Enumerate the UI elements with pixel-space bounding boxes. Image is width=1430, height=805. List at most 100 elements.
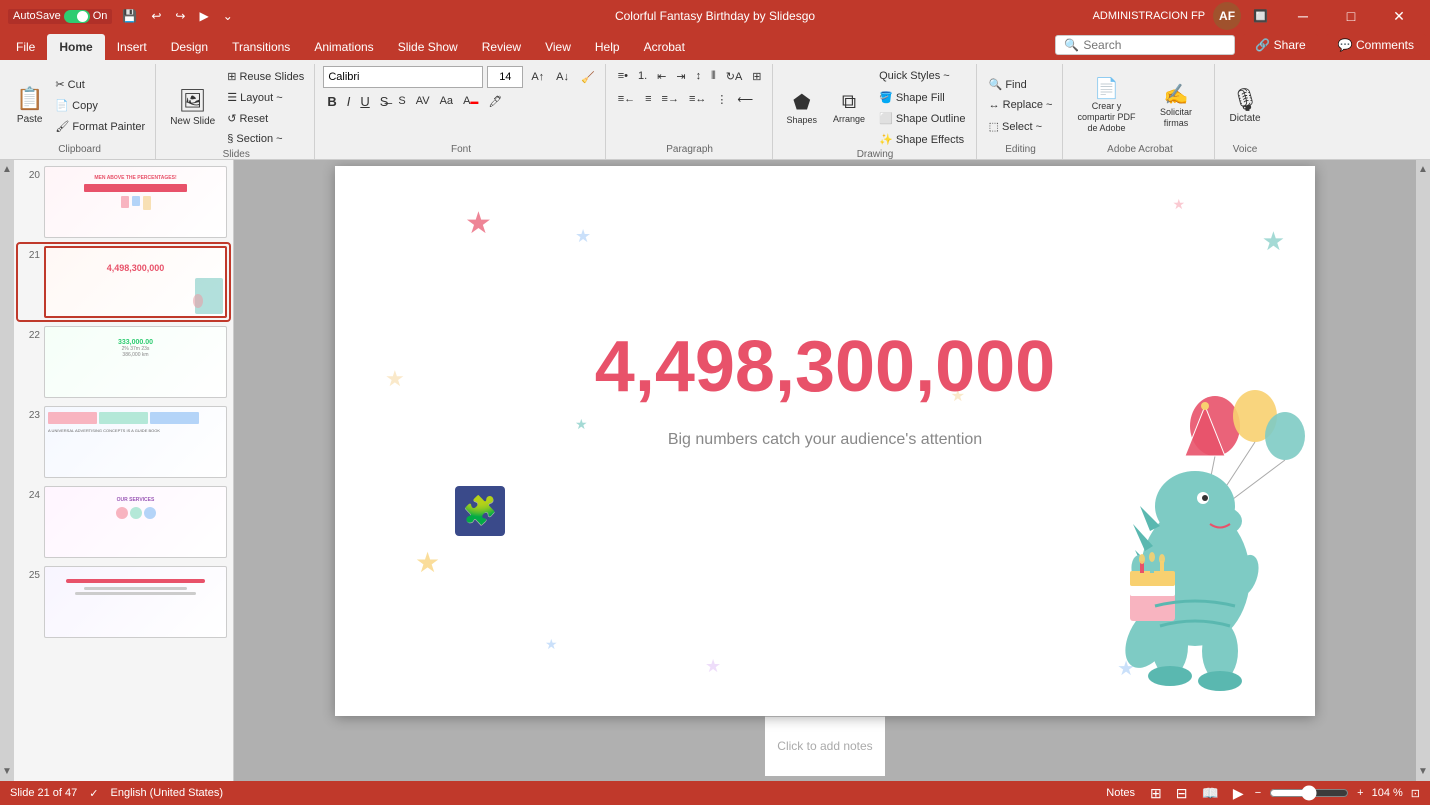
save-button[interactable]: 💾 (118, 7, 141, 25)
new-slide-button[interactable]: 🖼 New Slide (164, 78, 221, 138)
present-button[interactable]: ▶ (195, 7, 212, 25)
search-box[interactable]: 🔍 (1055, 35, 1235, 55)
section-button[interactable]: § Section ~ (223, 129, 308, 149)
smartart-button[interactable]: ⊞ (748, 66, 765, 86)
slide-sorter-icon[interactable]: ⊟ (1173, 785, 1191, 802)
ribbon-display-button[interactable]: 🔲 (1249, 7, 1272, 25)
user-avatar[interactable]: AF (1213, 2, 1241, 30)
fit-slide-icon[interactable]: ⊡ (1411, 787, 1420, 800)
search-input[interactable] (1083, 38, 1223, 52)
redo-button[interactable]: ↪ (171, 7, 189, 25)
font-size-input[interactable] (487, 66, 523, 88)
close-button[interactable]: ✕ (1376, 0, 1422, 32)
reset-button[interactable]: ↺ Reset (223, 108, 308, 128)
tab-review[interactable]: Review (470, 34, 533, 60)
align-center-button[interactable]: ≡ (641, 89, 655, 109)
tab-acrobat[interactable]: Acrobat (632, 34, 697, 60)
font-grow-button[interactable]: A↑ (527, 67, 548, 87)
tab-home[interactable]: Home (47, 34, 104, 60)
rtl-button[interactable]: ⟵ (733, 89, 757, 109)
strikethrough-button[interactable]: S̶ (376, 91, 393, 111)
slideshow-icon[interactable]: ▶ (1230, 785, 1247, 802)
select-button[interactable]: ⬚ Select ~ (985, 116, 1057, 136)
line-spacing-button[interactable]: ↕ (692, 66, 706, 86)
tab-insert[interactable]: Insert (105, 34, 159, 60)
highlight-button[interactable]: 🖊 (484, 91, 506, 111)
request-signatures-button[interactable]: ✍ Solicitar firmas (1143, 75, 1208, 135)
slide-thumb-21[interactable]: 21 4,498,300,000 (18, 244, 229, 320)
undo-button[interactable]: ↩ (147, 7, 165, 25)
align-right-button[interactable]: ≡→ (658, 89, 683, 109)
arrange-button[interactable]: ⧉ Arrange (827, 83, 871, 133)
zoom-in-icon[interactable]: + (1357, 787, 1363, 799)
customize-qat-button[interactable]: ⌄ (219, 7, 237, 25)
clear-format-button[interactable]: 🧹 (577, 67, 599, 87)
cut-button[interactable]: ✂ Cut (51, 74, 149, 94)
slide-thumbnail-20[interactable]: MEN ABOVE THE PERCENTAGES! (44, 166, 227, 238)
shadow-button[interactable]: S (394, 91, 409, 111)
slide-thumbnail-23[interactable]: A UNIVERSAL ADVERTISING CONCEPTS IS A GU… (44, 406, 227, 478)
italic-button[interactable]: I (343, 91, 355, 111)
underline-button[interactable]: U (356, 91, 373, 111)
shapes-button[interactable]: ⬟ Shapes (781, 83, 824, 133)
justify-button[interactable]: ≡↔ (685, 89, 710, 109)
reading-view-icon[interactable]: 📖 (1198, 785, 1221, 802)
column-layout-button[interactable]: ⋮ (712, 89, 731, 109)
slide-thumb-23[interactable]: 23 A UNIVERSAL ADVERTISING CONCEPTS IS A… (18, 404, 229, 480)
slide-thumb-25[interactable]: 25 (18, 564, 229, 640)
columns-button[interactable]: ⫴ (707, 66, 720, 86)
reuse-slides-button[interactable]: ⊞ Reuse Slides (223, 66, 308, 86)
autosave-toggle[interactable]: AutoSave On (8, 9, 112, 24)
shape-outline-button[interactable]: ⬜ Shape Outline (875, 108, 969, 128)
tab-animations[interactable]: Animations (302, 34, 385, 60)
notes-area[interactable]: Click to add notes (765, 716, 884, 776)
decrease-indent-button[interactable]: ⇤ (653, 66, 670, 86)
tab-view[interactable]: View (533, 34, 583, 60)
shape-fill-button[interactable]: 🪣 Shape Fill (875, 87, 969, 107)
normal-view-icon[interactable]: ⊞ (1147, 785, 1165, 802)
slide-thumb-24[interactable]: 24 OUR SERVICES (18, 484, 229, 560)
maximize-button[interactable]: □ (1328, 0, 1374, 32)
bullets-button[interactable]: ≡• (614, 66, 632, 86)
tab-file[interactable]: File (4, 34, 47, 60)
slide-thumb-20[interactable]: 20 MEN ABOVE THE PERCENTAGES! (18, 164, 229, 240)
slide-thumbnail-24[interactable]: OUR SERVICES (44, 486, 227, 558)
font-shrink-button[interactable]: A↓ (552, 67, 573, 87)
slide-canvas[interactable]: ★ ★ ★ ★ ★ ★ ★ ★ ★ ★ ★ ★ 4,498,300,000 Bi… (335, 166, 1315, 716)
increase-indent-button[interactable]: ⇥ (672, 66, 689, 86)
char-spacing-button[interactable]: AV (412, 91, 434, 111)
change-case-button[interactable]: Aa (436, 91, 457, 111)
tab-help[interactable]: Help (583, 34, 632, 60)
slide-thumb-22[interactable]: 22 333,000.00 2% 37m 23s 386,000 km (18, 324, 229, 400)
slide-thumbnail-21[interactable]: 4,498,300,000 (44, 246, 227, 318)
right-scrollbar[interactable]: ▲ ▼ (1416, 160, 1430, 781)
align-left-button[interactable]: ≡← (614, 89, 639, 109)
minimize-button[interactable]: ─ (1280, 0, 1326, 32)
shape-effects-button[interactable]: ✨ Shape Effects (875, 129, 969, 149)
slide-thumbnail-25[interactable] (44, 566, 227, 638)
zoom-slider[interactable] (1269, 785, 1349, 801)
share-button[interactable]: 🔗 Share (1243, 34, 1317, 56)
numbering-button[interactable]: 1. (634, 66, 651, 86)
tab-slideshow[interactable]: Slide Show (386, 34, 470, 60)
text-direction-button[interactable]: ↻A (722, 66, 747, 86)
tab-design[interactable]: Design (159, 34, 220, 60)
quick-styles-button[interactable]: Quick Styles ~ (875, 66, 969, 86)
font-name-input[interactable] (323, 66, 483, 88)
left-scrollbar[interactable]: ▲ ▼ (0, 160, 14, 781)
tab-transitions[interactable]: Transitions (220, 34, 302, 60)
bold-button[interactable]: B (323, 91, 340, 111)
slide-thumbnail-22[interactable]: 333,000.00 2% 37m 23s 386,000 km (44, 326, 227, 398)
comments-button[interactable]: 💬 Comments (1326, 34, 1426, 56)
dictate-button[interactable]: 🎙 Dictate (1223, 75, 1266, 135)
paste-button[interactable]: 📋 Paste (10, 75, 49, 135)
font-color-button[interactable]: A▬ (459, 91, 482, 111)
autosave-pill[interactable] (64, 10, 90, 23)
find-button[interactable]: 🔍 Find (985, 74, 1057, 94)
zoom-out-icon[interactable]: − (1255, 787, 1261, 799)
copy-button[interactable]: 📄 Copy (51, 95, 149, 115)
layout-button[interactable]: ☰ Layout ~ (223, 87, 308, 107)
create-pdf-button[interactable]: 📄 Crear y compartir PDF de Adobe (1071, 75, 1141, 135)
format-painter-button[interactable]: 🖌 Format Painter (51, 116, 149, 136)
replace-button[interactable]: ↔ Replace ~ (985, 95, 1057, 115)
